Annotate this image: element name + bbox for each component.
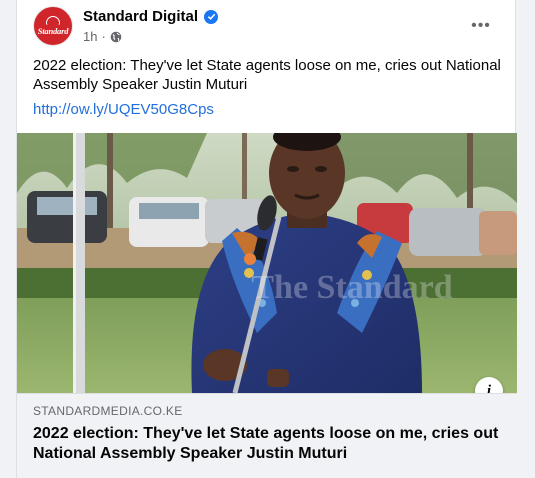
photo-watermark: The Standard — [251, 269, 452, 306]
speaker-photo: The Standard — [17, 133, 517, 393]
link-preview[interactable]: STANDARDMEDIA.CO.KE 2022 election: They'… — [17, 393, 517, 478]
verified-badge-icon — [204, 9, 219, 24]
page-avatar[interactable]: Standard — [33, 6, 73, 46]
brand-emblem-icon — [46, 16, 60, 25]
post-meta: 1h · — [83, 29, 122, 44]
post-header: Standard Standard Digital 1h · ••• — [33, 6, 503, 50]
facebook-post-card: Standard Standard Digital 1h · ••• 2022 … — [16, 0, 517, 478]
post-link[interactable]: http://ow.ly/UQEV50G8Cps — [33, 101, 214, 118]
post-text: 2022 election: They've let State agents … — [33, 57, 501, 93]
meta-separator: · — [101, 29, 106, 44]
page-name[interactable]: Standard Digital — [83, 8, 198, 25]
post-timestamp[interactable]: 1h — [83, 29, 97, 44]
preview-headline[interactable]: 2022 election: They've let State agents … — [33, 424, 501, 464]
globe-icon[interactable] — [110, 31, 122, 43]
page-name-row: Standard Digital — [83, 8, 219, 25]
preview-domain: STANDARDMEDIA.CO.KE — [33, 404, 183, 418]
more-options-icon[interactable]: ••• — [471, 16, 491, 36]
link-preview-image[interactable]: The Standard i — [17, 133, 517, 393]
avatar-brand-text: Standard — [37, 26, 69, 36]
